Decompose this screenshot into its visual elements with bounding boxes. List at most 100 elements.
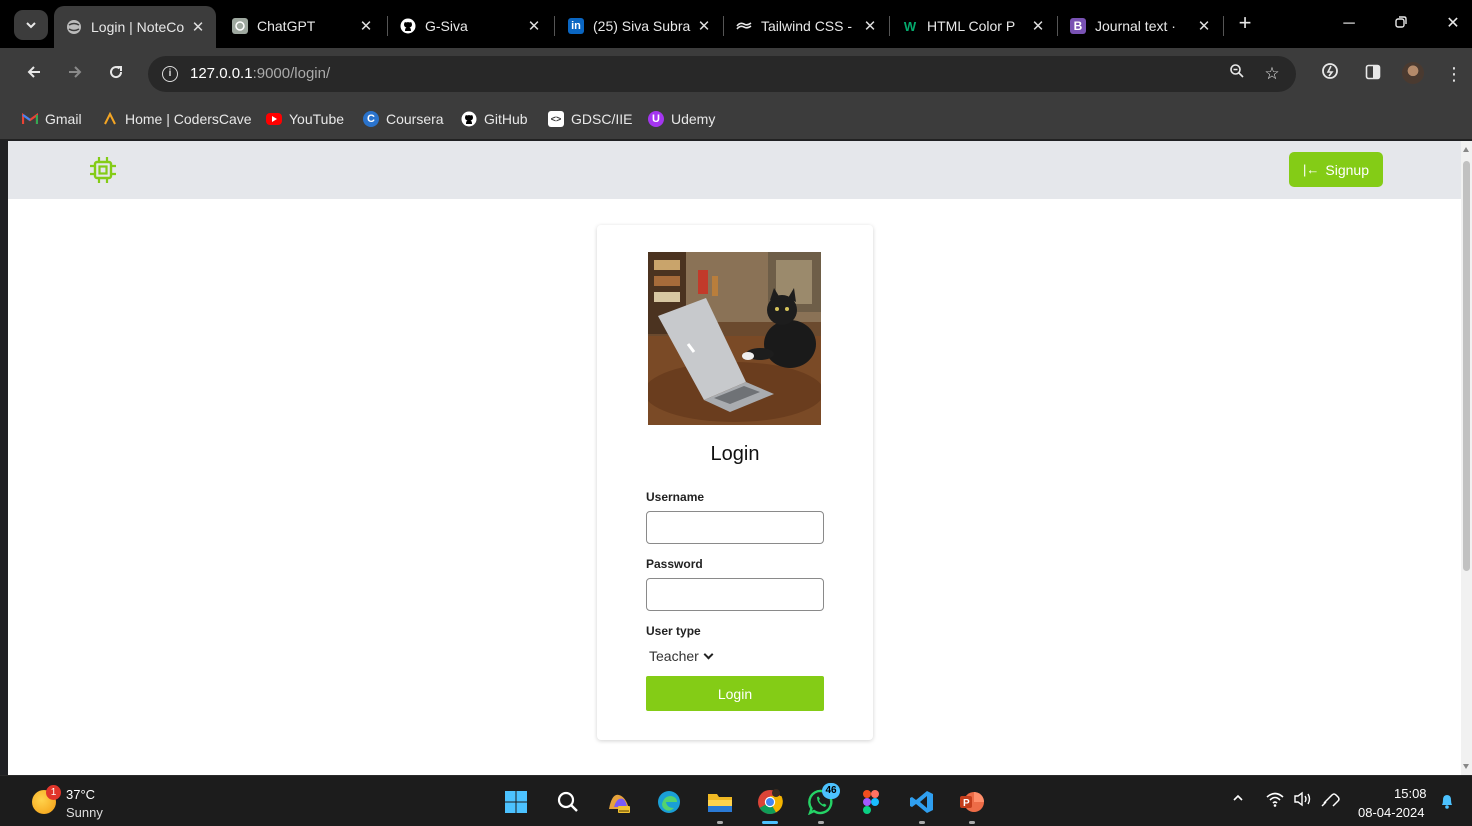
windows-taskbar: 1 37°C Sunny 46 P 15:08 08-04-2024 — [0, 775, 1472, 826]
tab-label: HTML Color P — [927, 18, 1016, 34]
scroll-thumb[interactable] — [1463, 161, 1470, 571]
new-tab-button[interactable]: + — [1234, 12, 1256, 36]
close-icon[interactable]: ✕ — [1030, 17, 1046, 35]
bookmark-udemy[interactable]: U Udemy — [648, 109, 715, 129]
site-header: |← Signup — [8, 141, 1461, 199]
figma-icon — [863, 790, 879, 814]
tab-html-color[interactable]: W HTML Color P ✕ — [890, 8, 1056, 44]
volume-icon[interactable] — [1293, 791, 1313, 811]
cat-laptop-image — [648, 252, 821, 425]
url-text: 127.0.0.1:9000/login/ — [190, 65, 330, 82]
taskbar-app-file-explorer[interactable] — [707, 789, 733, 824]
user-type-value: Teacher — [649, 648, 699, 664]
username-input[interactable] — [646, 511, 824, 544]
running-indicator — [919, 821, 925, 824]
scroll-up-arrow-icon[interactable] — [1463, 147, 1469, 152]
close-icon[interactable]: ✕ — [190, 18, 206, 36]
taskbar-app-figma[interactable] — [858, 789, 884, 815]
bookmark-github[interactable]: GitHub — [461, 109, 528, 129]
bookmark-star-icon[interactable]: ☆ — [1261, 63, 1283, 85]
chevron-down-icon — [26, 22, 36, 29]
zoom-icon[interactable] — [1226, 63, 1248, 85]
tab-linkedin[interactable]: in (25) Siva Subra ✕ — [556, 8, 722, 44]
gmail-icon — [22, 111, 38, 127]
close-window-button[interactable]: ✕ — [1441, 12, 1465, 36]
browser-menu-button[interactable]: ⋮ — [1442, 62, 1466, 86]
profile-avatar[interactable] — [1402, 62, 1424, 84]
password-input[interactable] — [646, 578, 824, 611]
github-icon — [461, 111, 477, 127]
side-panel-icon — [1365, 64, 1381, 80]
bookmarks-bar: Gmail Home | CodersCave YouTube C Course… — [0, 100, 1472, 140]
tab-label: Login | NoteCo — [91, 19, 185, 35]
weather-temperature: 37°C — [66, 787, 96, 802]
folder-icon — [708, 794, 732, 812]
start-button[interactable] — [503, 789, 529, 815]
bookmark-label: Coursera — [386, 111, 444, 127]
close-icon[interactable]: ✕ — [526, 17, 542, 35]
tab-label: G-Siva — [425, 18, 468, 34]
chevron-up-icon — [1233, 794, 1243, 801]
bookmark-gdsc[interactable]: <> GDSC/IIE — [548, 109, 632, 129]
close-icon[interactable]: ✕ — [358, 17, 374, 35]
gdsc-icon: <> — [548, 111, 564, 127]
taskbar-search-button[interactable] — [555, 789, 581, 815]
extension-icon — [1322, 63, 1338, 79]
extensions-button[interactable] — [1318, 62, 1342, 86]
login-button[interactable]: Login — [646, 676, 824, 711]
user-type-select[interactable]: Teacher — [649, 648, 714, 664]
taskbar-app-copilot[interactable] — [606, 789, 632, 815]
linkedin-icon: in — [568, 18, 584, 34]
tab-separator — [554, 16, 555, 36]
tab-search-button[interactable] — [14, 10, 48, 40]
side-panel-button[interactable] — [1361, 62, 1385, 86]
user-type-label: User type — [646, 624, 701, 638]
scroll-down-arrow-icon[interactable] — [1463, 764, 1469, 769]
bookmark-youtube[interactable]: YouTube — [266, 109, 344, 129]
notification-bell-icon[interactable] — [1440, 793, 1454, 809]
url-host: 127.0.0.1 — [190, 65, 253, 82]
bookmark-label: GDSC/IIE — [571, 111, 633, 127]
close-icon[interactable]: ✕ — [696, 17, 712, 35]
browser-toolbar: i 127.0.0.1:9000/login/ ☆ ⋮ — [0, 48, 1472, 100]
taskbar-app-chrome[interactable] — [757, 789, 783, 824]
page-viewport: |← Signup Login Username Password User t… — [8, 141, 1461, 775]
tab-chatgpt[interactable]: ChatGPT ✕ — [220, 8, 384, 44]
battery-charging-icon[interactable] — [1321, 791, 1341, 811]
close-icon[interactable]: ✕ — [862, 17, 878, 35]
tab-journal[interactable]: B Journal text · ✕ — [1058, 8, 1222, 44]
info-icon[interactable]: i — [162, 66, 178, 82]
signup-button[interactable]: |← Signup — [1289, 152, 1383, 187]
bookmark-label: Home | CodersCave — [125, 111, 252, 127]
restore-button[interactable] — [1389, 12, 1413, 36]
edge-icon — [658, 791, 680, 813]
tab-tailwind[interactable]: Tailwind CSS - ✕ — [724, 8, 888, 44]
bookmark-gmail[interactable]: Gmail — [22, 109, 82, 129]
vscode-icon — [910, 791, 933, 813]
coursera-icon: C — [363, 111, 379, 127]
page-scrollbar[interactable] — [1461, 141, 1472, 775]
chip-icon[interactable] — [88, 155, 118, 185]
taskbar-app-edge[interactable] — [656, 789, 682, 815]
reload-icon — [110, 66, 123, 79]
taskbar-app-vscode[interactable] — [909, 789, 935, 824]
running-indicator — [818, 821, 824, 824]
tab-github[interactable]: G-Siva ✕ — [388, 8, 552, 44]
reload-button[interactable] — [104, 62, 128, 86]
address-bar[interactable]: i 127.0.0.1:9000/login/ ☆ — [148, 56, 1296, 92]
minimize-button[interactable]: ─ — [1337, 12, 1361, 36]
bookmark-coursera[interactable]: C Coursera — [363, 109, 444, 129]
bookmark-coderscave[interactable]: Home | CodersCave — [102, 109, 252, 129]
taskbar-app-powerpoint[interactable]: P — [959, 789, 985, 824]
forward-button[interactable] — [63, 62, 87, 86]
tailwind-icon — [736, 18, 752, 34]
close-icon[interactable]: ✕ — [1196, 17, 1212, 35]
url-path: :9000/login/ — [252, 65, 331, 82]
taskbar-app-whatsapp[interactable]: 46 — [808, 783, 840, 824]
active-app-indicator — [762, 821, 778, 824]
show-hidden-icons-button[interactable] — [1232, 791, 1244, 808]
wifi-icon[interactable] — [1266, 791, 1284, 811]
chatgpt-icon — [232, 18, 248, 34]
tab-login[interactable]: Login | NoteCo ✕ — [54, 6, 216, 48]
back-button[interactable] — [22, 62, 46, 86]
